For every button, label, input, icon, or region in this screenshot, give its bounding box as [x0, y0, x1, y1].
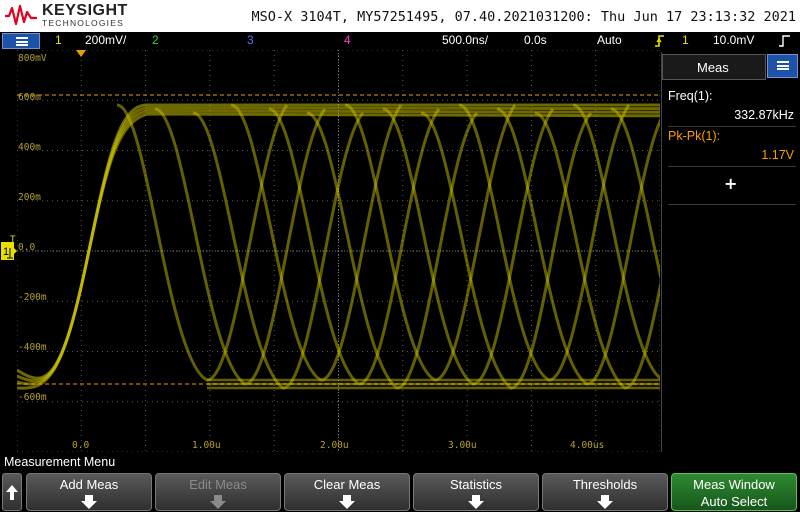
measurement-panel: Meas Freq(1): 332.87kHz Pk-Pk(1): 1.17V …: [661, 52, 800, 452]
edit-meas-softkey[interactable]: Edit Meas: [155, 473, 281, 511]
menu-up-button[interactable]: [2, 473, 22, 511]
y-label-neg600: -600m: [18, 392, 47, 403]
x-label-2u: 2.00u: [320, 440, 349, 451]
timebase[interactable]: 500.0ns/: [442, 33, 488, 47]
y-label-600: 600m: [18, 92, 41, 103]
meas-divider: [668, 166, 796, 167]
softkey-label: Edit Meas: [189, 477, 247, 492]
trigger-edge-icon: [655, 35, 664, 47]
menu-title: Measurement Menu: [4, 455, 116, 469]
ch1-number[interactable]: 1: [55, 33, 62, 47]
ch3-number[interactable]: 3: [247, 33, 254, 47]
softkey-label: Add Meas: [59, 477, 119, 492]
header-bar: KEYSIGHT TECHNOLOGIES MSO-X 3104T, MY572…: [0, 0, 800, 32]
brand-subtitle: TECHNOLOGIES: [42, 18, 124, 28]
keysight-logo-icon: [5, 4, 37, 26]
down-arrow-icon: [339, 495, 355, 509]
trigger-position-marker[interactable]: [76, 50, 86, 58]
menu-lines-icon: [16, 37, 28, 46]
up-arrow-icon: [6, 485, 18, 500]
y-label-neg200: -200m: [18, 292, 47, 303]
instrument-info: MSO-X 3104T, MY57251495, 07.40.202103120…: [251, 9, 796, 25]
trigger-source[interactable]: 1: [682, 33, 689, 47]
x-label-3u: 3.00u: [448, 440, 477, 451]
softkey-label: Thresholds: [572, 477, 638, 492]
trigger-edge-icon-2: [779, 35, 790, 47]
thresholds-softkey[interactable]: Thresholds: [542, 473, 668, 511]
down-arrow-icon: [81, 495, 97, 509]
delay[interactable]: 0.0s: [524, 33, 547, 47]
status-bar: 1 200mV/ 2 3 4 500.0ns/ 0.0s Auto 1 10.0…: [0, 32, 800, 50]
trigger-level-marker: T: [10, 234, 16, 244]
ch1-scale[interactable]: 200mV/: [85, 33, 126, 47]
x-label-1u: 1.00u: [192, 440, 221, 451]
meas-lines-icon: [777, 61, 789, 70]
y-label-neg400: -400m: [18, 342, 47, 353]
waveform-display[interactable]: [17, 50, 660, 452]
x-label-0: 0.0: [72, 440, 90, 451]
freq-value: 332.87kHz: [734, 108, 794, 122]
x-label-4u: 4.00us: [570, 440, 605, 451]
trigger-mode[interactable]: Auto: [597, 33, 622, 47]
main-menu-button[interactable]: [2, 33, 40, 49]
gnd-label-text: 1: [3, 246, 9, 258]
trigger-level[interactable]: 10.0mV: [713, 33, 754, 47]
add-meas-softkey[interactable]: Add Meas: [26, 473, 152, 511]
freq-label: Freq(1):: [668, 89, 713, 103]
add-measurement-plus-icon[interactable]: +: [724, 174, 737, 193]
ch2-number[interactable]: 2: [152, 33, 159, 47]
meas-divider: [668, 126, 796, 127]
y-label-400: 400m: [18, 142, 41, 153]
down-arrow-icon: [468, 495, 484, 509]
trace-falling: [116, 103, 289, 382]
meas-window-button[interactable]: [767, 54, 798, 78]
pkpk-value: 1.17V: [761, 148, 794, 162]
statistics-softkey[interactable]: Statistics: [413, 473, 539, 511]
softkey-label-line2: Auto Select: [700, 494, 768, 509]
down-arrow-icon: [210, 495, 226, 509]
softkey-label-line1: Meas Window: [693, 477, 775, 492]
meas-divider: [668, 204, 796, 205]
meas-window-softkey[interactable]: Meas Window Auto Select: [671, 473, 797, 511]
clear-meas-softkey[interactable]: Clear Meas: [284, 473, 410, 511]
softkey-label: Clear Meas: [313, 477, 381, 492]
trace-falling: [572, 103, 660, 380]
y-label-800: 800mV: [18, 53, 47, 64]
y-label-0: 0.0: [18, 242, 36, 253]
ch4-number[interactable]: 4: [344, 33, 351, 47]
meas-tab[interactable]: Meas: [662, 54, 766, 80]
softkey-label: Statistics: [449, 477, 502, 492]
pkpk-label: Pk-Pk(1):: [668, 129, 721, 143]
ch1-waveform: [17, 103, 660, 390]
meas-title: Meas: [697, 60, 729, 75]
down-arrow-icon: [597, 495, 613, 509]
y-label-200: 200m: [18, 192, 41, 203]
